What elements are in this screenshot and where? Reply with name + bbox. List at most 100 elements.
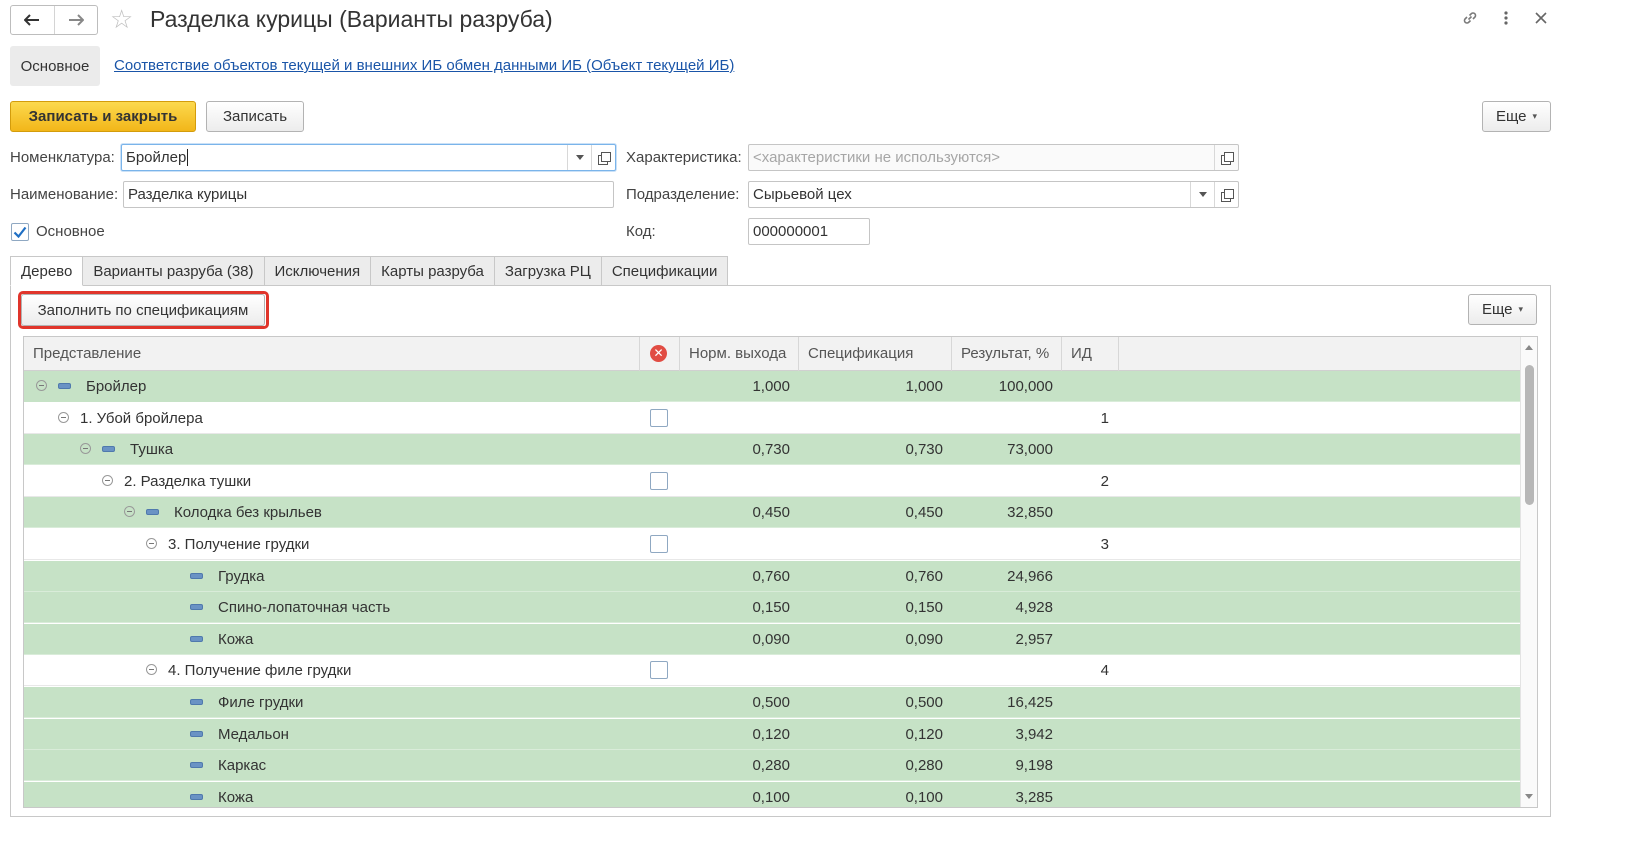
row-label: Спино-лопаточная часть: [218, 599, 391, 617]
tree-collapse-icon[interactable]: [80, 443, 91, 455]
spec-cell: 0,120: [905, 725, 943, 743]
table-row[interactable]: 4. Получение филе грудки 4: [24, 655, 1521, 687]
tree-more-button[interactable]: Еще ▾: [1468, 294, 1537, 325]
save-button[interactable]: Записать: [206, 101, 304, 132]
nomenclature-open-button[interactable]: [591, 145, 615, 170]
close-icon[interactable]: [1529, 6, 1553, 30]
spec-cell: 0,100: [905, 788, 943, 806]
error-circle-icon: ✕: [650, 345, 667, 362]
spec-cell: 0,280: [905, 757, 943, 775]
table-row[interactable]: Тушка 0,730 0,730 73,000: [24, 434, 1521, 466]
division-field[interactable]: Сырьевой цех: [748, 181, 1239, 208]
name-field[interactable]: Разделка курицы: [123, 181, 614, 208]
section-link-exchange-mapping[interactable]: Соответствие объектов текущей и внешних …: [114, 57, 734, 74]
code-label: Код:: [626, 223, 656, 240]
characteristic-open-button[interactable]: [1214, 145, 1238, 170]
product-leaf-icon: [102, 446, 115, 453]
save-and-close-button[interactable]: Записать и закрыть: [10, 101, 196, 132]
result-cell: 3,942: [1015, 725, 1053, 743]
column-spec[interactable]: Спецификация: [799, 337, 952, 371]
tree-collapse-icon[interactable]: [146, 538, 157, 549]
scrollbar-thumb[interactable]: [1525, 365, 1534, 505]
tree-collapse-icon[interactable]: [124, 506, 135, 518]
nomenclature-dropdown-button[interactable]: [567, 145, 591, 170]
history-nav: [10, 5, 98, 35]
row-checkbox[interactable]: [650, 408, 668, 427]
tab-tree[interactable]: Дерево: [10, 256, 84, 286]
table-row[interactable]: Каркас 0,280 0,280 9,198: [24, 750, 1521, 782]
characteristic-field[interactable]: <характеристики не используются>: [748, 144, 1239, 171]
scroll-down-icon[interactable]: [1525, 794, 1533, 799]
vertical-scrollbar[interactable]: [1520, 337, 1537, 807]
table-row[interactable]: Бройлер 1,000 1,000 100,000: [24, 371, 1521, 402]
scroll-up-icon[interactable]: [1525, 345, 1533, 350]
spec-cell: 0,090: [905, 630, 943, 648]
id-cell: 2: [1100, 472, 1109, 490]
row-label: Бройлер: [86, 378, 147, 395]
tree-collapse-icon[interactable]: [146, 664, 157, 676]
norm-cell: 0,120: [752, 725, 790, 743]
kebab-menu-icon[interactable]: [1494, 6, 1518, 30]
table-row[interactable]: Кожа 0,100 0,100 3,285: [24, 781, 1521, 807]
tab-cut-variants[interactable]: Варианты разруба (38): [83, 256, 265, 286]
column-id[interactable]: ИД: [1062, 337, 1119, 371]
column-representation[interactable]: Представление: [24, 337, 640, 371]
column-error[interactable]: ✕: [640, 337, 680, 371]
table-row[interactable]: 3. Получение грудки 3: [24, 529, 1521, 560]
code-field[interactable]: 000000001: [748, 218, 870, 245]
more-label: Еще: [1495, 108, 1527, 125]
result-cell: 3,285: [1015, 788, 1053, 806]
table-row[interactable]: Медальон 0,120 0,120 3,942: [24, 718, 1521, 750]
tab-cut-maps[interactable]: Карты разруба: [371, 256, 495, 286]
spec-cell: 0,150: [905, 599, 943, 617]
result-cell: [952, 529, 1053, 560]
star-icon[interactable]: ☆: [110, 4, 133, 34]
tree-collapse-icon[interactable]: [102, 474, 113, 486]
result-cell: 73,000: [1007, 441, 1053, 459]
window-title: Разделка курицы (Варианты разруба): [150, 6, 553, 32]
table-row[interactable]: Спино-лопаточная часть 0,150 0,150 4,928: [24, 592, 1521, 624]
tree-table[interactable]: Представление ✕ Норм. выхода Спецификаци…: [23, 336, 1538, 808]
result-cell: 4,928: [1015, 599, 1053, 617]
row-label: 2. Разделка тушки: [124, 472, 252, 490]
result-cell: [952, 403, 1053, 434]
nomenclature-field[interactable]: Бройлер: [121, 144, 616, 171]
back-button[interactable]: [11, 6, 54, 34]
table-row[interactable]: Кожа 0,090 0,090 2,957: [24, 623, 1521, 655]
table-row[interactable]: Филе грудки 0,500 0,500 16,425: [24, 687, 1521, 718]
tree-more-label: Еще: [1481, 301, 1513, 318]
id-cell: [1062, 687, 1109, 718]
row-checkbox[interactable]: [650, 661, 668, 680]
link-icon[interactable]: [1458, 6, 1482, 30]
row-checkbox[interactable]: [650, 471, 668, 490]
tab-workcenter-load[interactable]: Загрузка РЦ: [494, 256, 602, 286]
row-checkbox[interactable]: [650, 535, 668, 553]
main-checkbox[interactable]: [11, 223, 29, 241]
tree-collapse-icon[interactable]: [58, 411, 69, 423]
tab-specifications[interactable]: Спецификации: [601, 256, 729, 286]
product-leaf-icon: [58, 383, 71, 389]
row-label: 3. Получение грудки: [168, 536, 310, 553]
section-main[interactable]: Основное: [10, 46, 100, 86]
id-cell: 3: [1100, 536, 1109, 553]
table-row[interactable]: 2. Разделка тушки 2: [24, 465, 1521, 497]
division-open-button[interactable]: [1214, 182, 1238, 207]
column-norm[interactable]: Норм. выхода: [680, 337, 799, 371]
id-cell: [1062, 371, 1109, 402]
result-cell: 2,957: [1015, 630, 1053, 648]
forward-button[interactable]: [53, 6, 98, 34]
more-button[interactable]: Еще ▾: [1482, 101, 1551, 132]
norm-cell: 0,730: [752, 441, 790, 459]
result-cell: 9,198: [1015, 757, 1053, 775]
column-result[interactable]: Результат, %: [952, 337, 1062, 371]
table-row[interactable]: Грудка 0,760 0,760 24,966: [24, 560, 1521, 592]
nomenclature-value: Бройлер: [126, 148, 187, 166]
division-dropdown-button[interactable]: [1190, 182, 1214, 207]
open-window-icon: [1220, 151, 1234, 165]
table-row[interactable]: Колодка без крыльев 0,450 0,450 32,850: [24, 497, 1521, 529]
tab-exceptions[interactable]: Исключения: [264, 256, 372, 286]
table-row[interactable]: 1. Убой бройлера 1: [24, 402, 1521, 434]
tree-collapse-icon[interactable]: [36, 380, 47, 391]
main-checkbox-label[interactable]: Основное: [36, 218, 105, 245]
fill-by-specifications-button[interactable]: Заполнить по спецификациям: [21, 294, 265, 326]
